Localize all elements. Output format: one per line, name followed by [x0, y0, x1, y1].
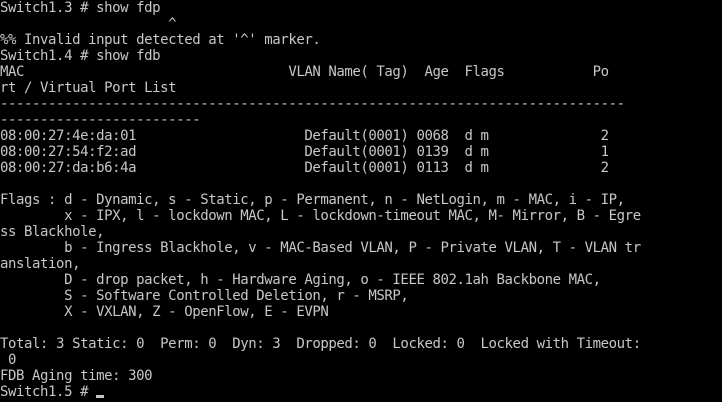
terminal-line: x - IPX, l - lockdown MAC, L - lockdown-… — [0, 208, 641, 224]
terminal-line: D - drop packet, h - Hardware Aging, o -… — [0, 272, 601, 288]
terminal-line: ^ — [0, 16, 177, 32]
terminal-line: 08:00:27:4e:da:01 Default(0001) 0068 d m… — [0, 128, 609, 144]
terminal-line: 0 — [0, 352, 17, 368]
terminal-line: S - Software Controlled Deletion, r - MS… — [0, 288, 409, 304]
terminal-line: anslation, — [0, 256, 81, 272]
command-prompt: Switch1.5 # — [0, 384, 97, 400]
terminal-line: Switch1.3 # show fdp — [0, 0, 161, 16]
terminal-line: ss Blackhole, — [0, 224, 105, 240]
command-prompt-line[interactable]: Switch1.5 # — [0, 384, 722, 400]
terminal-line: %% Invalid input detected at '^' marker. — [0, 32, 321, 48]
terminal-line: Switch1.4 # show fdb — [0, 48, 161, 64]
terminal-line: rt / Virtual Port List — [0, 80, 177, 96]
terminal-line: X - VXLAN, Z - OpenFlow, E - EVPN — [0, 304, 329, 320]
terminal-line: 08:00:27:da:b6:4a Default(0001) 0113 d m… — [0, 160, 609, 176]
terminal-line: Total: 3 Static: 0 Perm: 0 Dyn: 3 Droppe… — [0, 336, 641, 352]
terminal-line: MAC VLAN Name( Tag) Age Flags Po — [0, 64, 609, 80]
terminal-line: Flags : d - Dynamic, s - Static, p - Per… — [0, 192, 625, 208]
terminal-window[interactable]: Switch1.3 # show fdp ^ %% Invalid input … — [0, 0, 722, 402]
terminal-line: 08:00:27:54:f2:ad Default(0001) 0139 d m… — [0, 144, 609, 160]
text-cursor — [96, 395, 105, 398]
terminal-line: b - Ingress Blackhole, v - MAC-Based VLA… — [0, 240, 641, 256]
terminal-line: FDB Aging time: 300 — [0, 368, 153, 384]
terminal-line: ----------------------------------------… — [0, 96, 625, 112]
terminal-line: ------------------------- — [0, 112, 201, 128]
